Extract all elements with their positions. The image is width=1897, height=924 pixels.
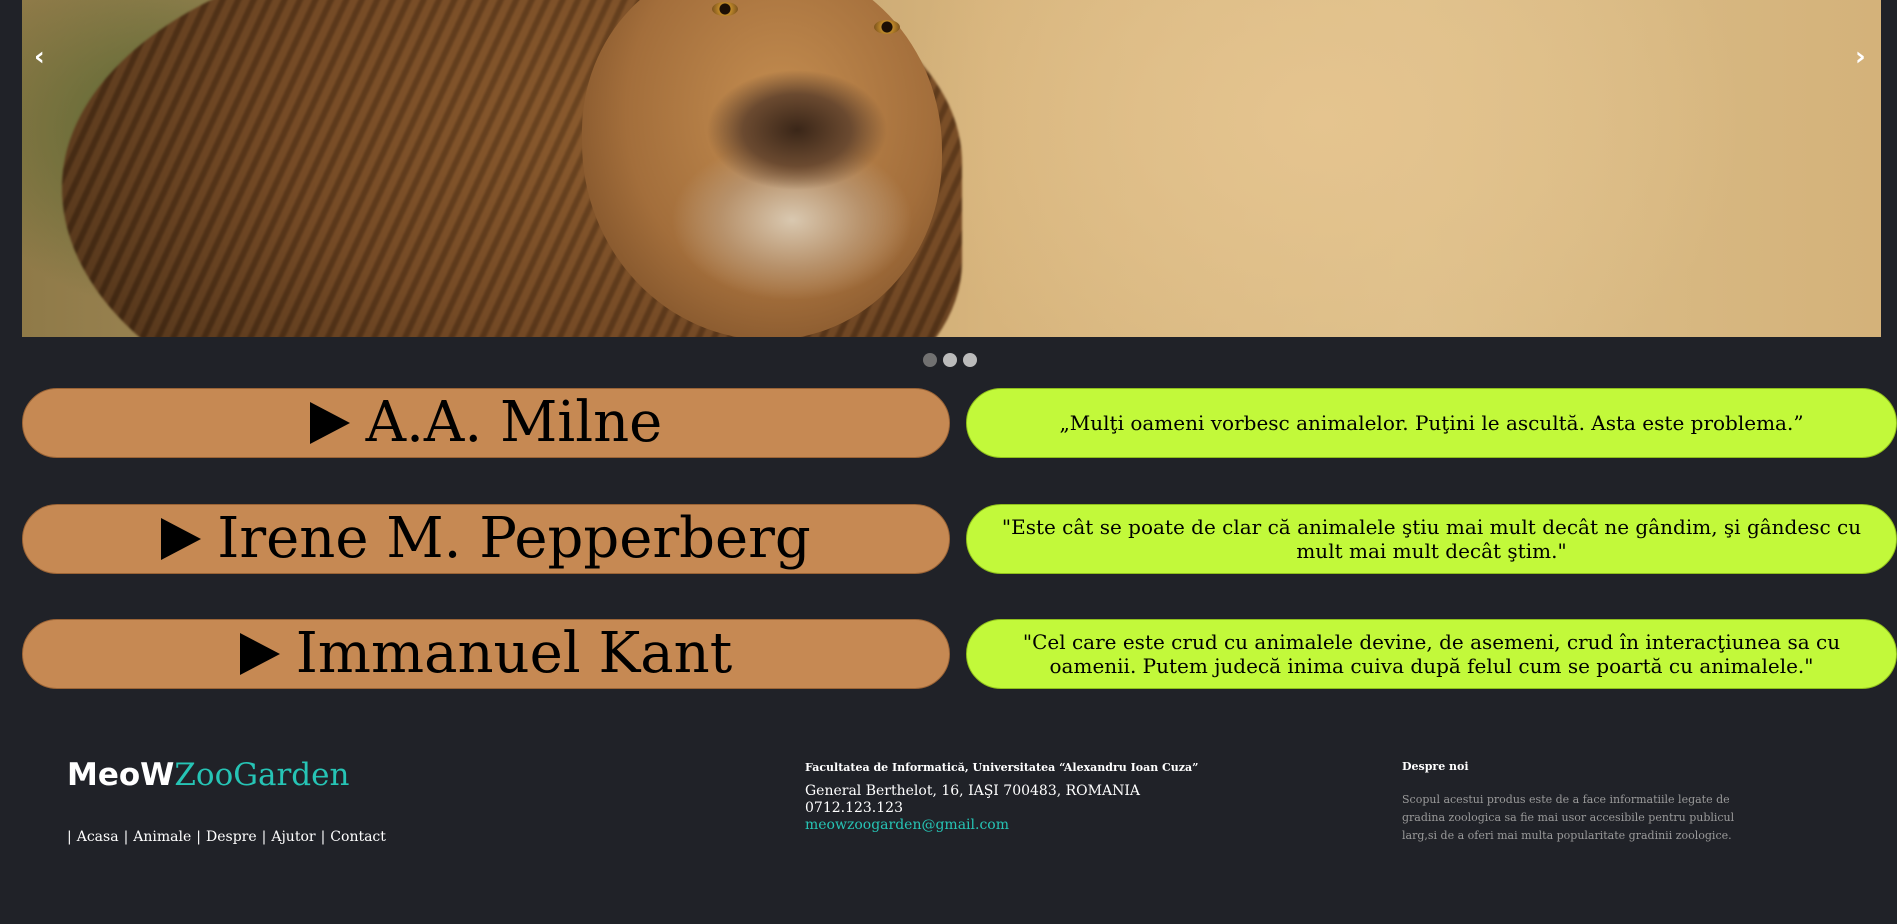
logo-text-meow: MeoW [67, 757, 175, 793]
footer-contact: Facultatea de Informatică, Universitatea… [805, 761, 1198, 834]
quote-row: Irene M. Pepperberg "Este cât se poate d… [22, 504, 1897, 576]
slider-dot-2[interactable] [943, 353, 957, 367]
nav-separator: | [67, 829, 72, 845]
author-name: Irene M. Pepperberg [217, 506, 811, 571]
author-name: A.A. Milne [365, 390, 663, 455]
slider-dot-1[interactable] [923, 353, 937, 367]
quote-text: "Este cât se poate de clar că animalele … [966, 504, 1897, 574]
author-button[interactable]: A.A. Milne [22, 388, 950, 458]
footer-link-contact[interactable]: Contact [330, 829, 386, 845]
footer-link-acasa[interactable]: Acasa [77, 829, 119, 845]
about-text: Scopul acestui produs este de a face inf… [1402, 793, 1735, 842]
author-button[interactable]: Irene M. Pepperberg [22, 504, 950, 574]
email-link[interactable]: meowzoogarden@gmail.com [805, 817, 1198, 834]
slider-next-arrow[interactable]: › [1855, 44, 1866, 70]
author-name: Immanuel Kant [295, 621, 733, 686]
address-text: General Berthelot, 16, IAŞI 700483, ROMA… [805, 783, 1140, 799]
logo-text-zoogarden: ZooGarden [174, 757, 350, 793]
footer-link-animale[interactable]: Animale [133, 829, 191, 845]
quote-text: „Mulţi oameni vorbesc animalelor. Puţini… [966, 388, 1897, 458]
nav-separator: | [123, 829, 129, 845]
lion-eye-left [712, 2, 738, 16]
quote-row: Immanuel Kant "Cel care este crud cu ani… [22, 619, 1897, 691]
footer-link-ajutor[interactable]: Ajutor [271, 829, 315, 845]
footer-about: Despre noi Scopul acestui produs este de… [1402, 760, 1752, 845]
nav-separator: | [196, 829, 201, 845]
footer-nav: | Acasa | Animale | Despre | Ajutor | Co… [67, 829, 391, 845]
footer-logo[interactable]: MeoWZooGarden [67, 760, 349, 791]
author-button[interactable]: Immanuel Kant [22, 619, 950, 689]
nav-separator: | [261, 829, 267, 845]
play-icon [161, 518, 202, 560]
quote-text: "Cel care este crud cu animalele devine,… [966, 619, 1897, 689]
image-slider [22, 0, 1881, 337]
slider-dots [923, 353, 977, 367]
play-icon [309, 402, 350, 444]
slider-prev-arrow[interactable]: ‹ [34, 44, 45, 70]
lion-eye-right [874, 20, 900, 34]
play-icon [239, 633, 280, 675]
quote-row: A.A. Milne „Mulţi oameni vorbesc animale… [22, 388, 1897, 460]
faculty-title: Facultatea de Informatică, Universitatea… [805, 761, 1199, 774]
phone-text: 0712.123.123 [805, 800, 903, 816]
slider-dot-3[interactable] [963, 353, 977, 367]
footer-link-despre[interactable]: Despre [206, 829, 257, 845]
nav-separator: | [320, 829, 326, 845]
about-title: Despre noi [1402, 760, 1469, 773]
